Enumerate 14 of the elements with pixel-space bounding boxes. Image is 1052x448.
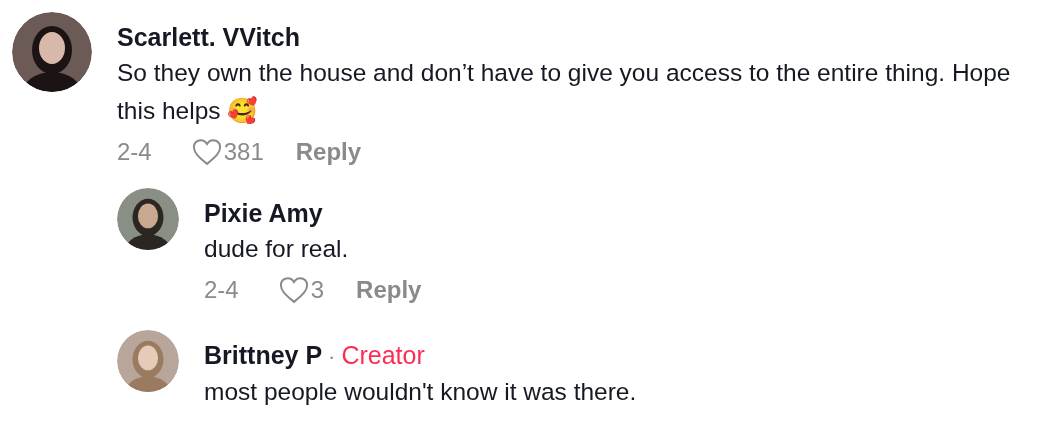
comment-text: most people wouldn't know it was there. <box>204 377 638 407</box>
comment-text: dude for real. <box>204 234 350 264</box>
like-count: 381 <box>223 137 264 167</box>
author-name[interactable]: Brittney P <box>204 338 323 372</box>
heart-icon[interactable] <box>191 138 222 166</box>
comment-date: 2-4 <box>204 275 239 305</box>
like-count: 3 <box>310 275 325 305</box>
heart-icon[interactable] <box>278 276 309 304</box>
separator: · <box>328 343 336 371</box>
comment-text: So they own the house and don’t have to give you access to the entire thing. Hope this helps 🥰 <box>117 58 1012 126</box>
creator-label: Creator <box>341 340 425 371</box>
comment-date: 2-4 <box>117 137 152 167</box>
author-name[interactable]: Scarlett. VVitch <box>117 20 300 54</box>
author-name[interactable]: Pixie Amy <box>204 196 323 230</box>
